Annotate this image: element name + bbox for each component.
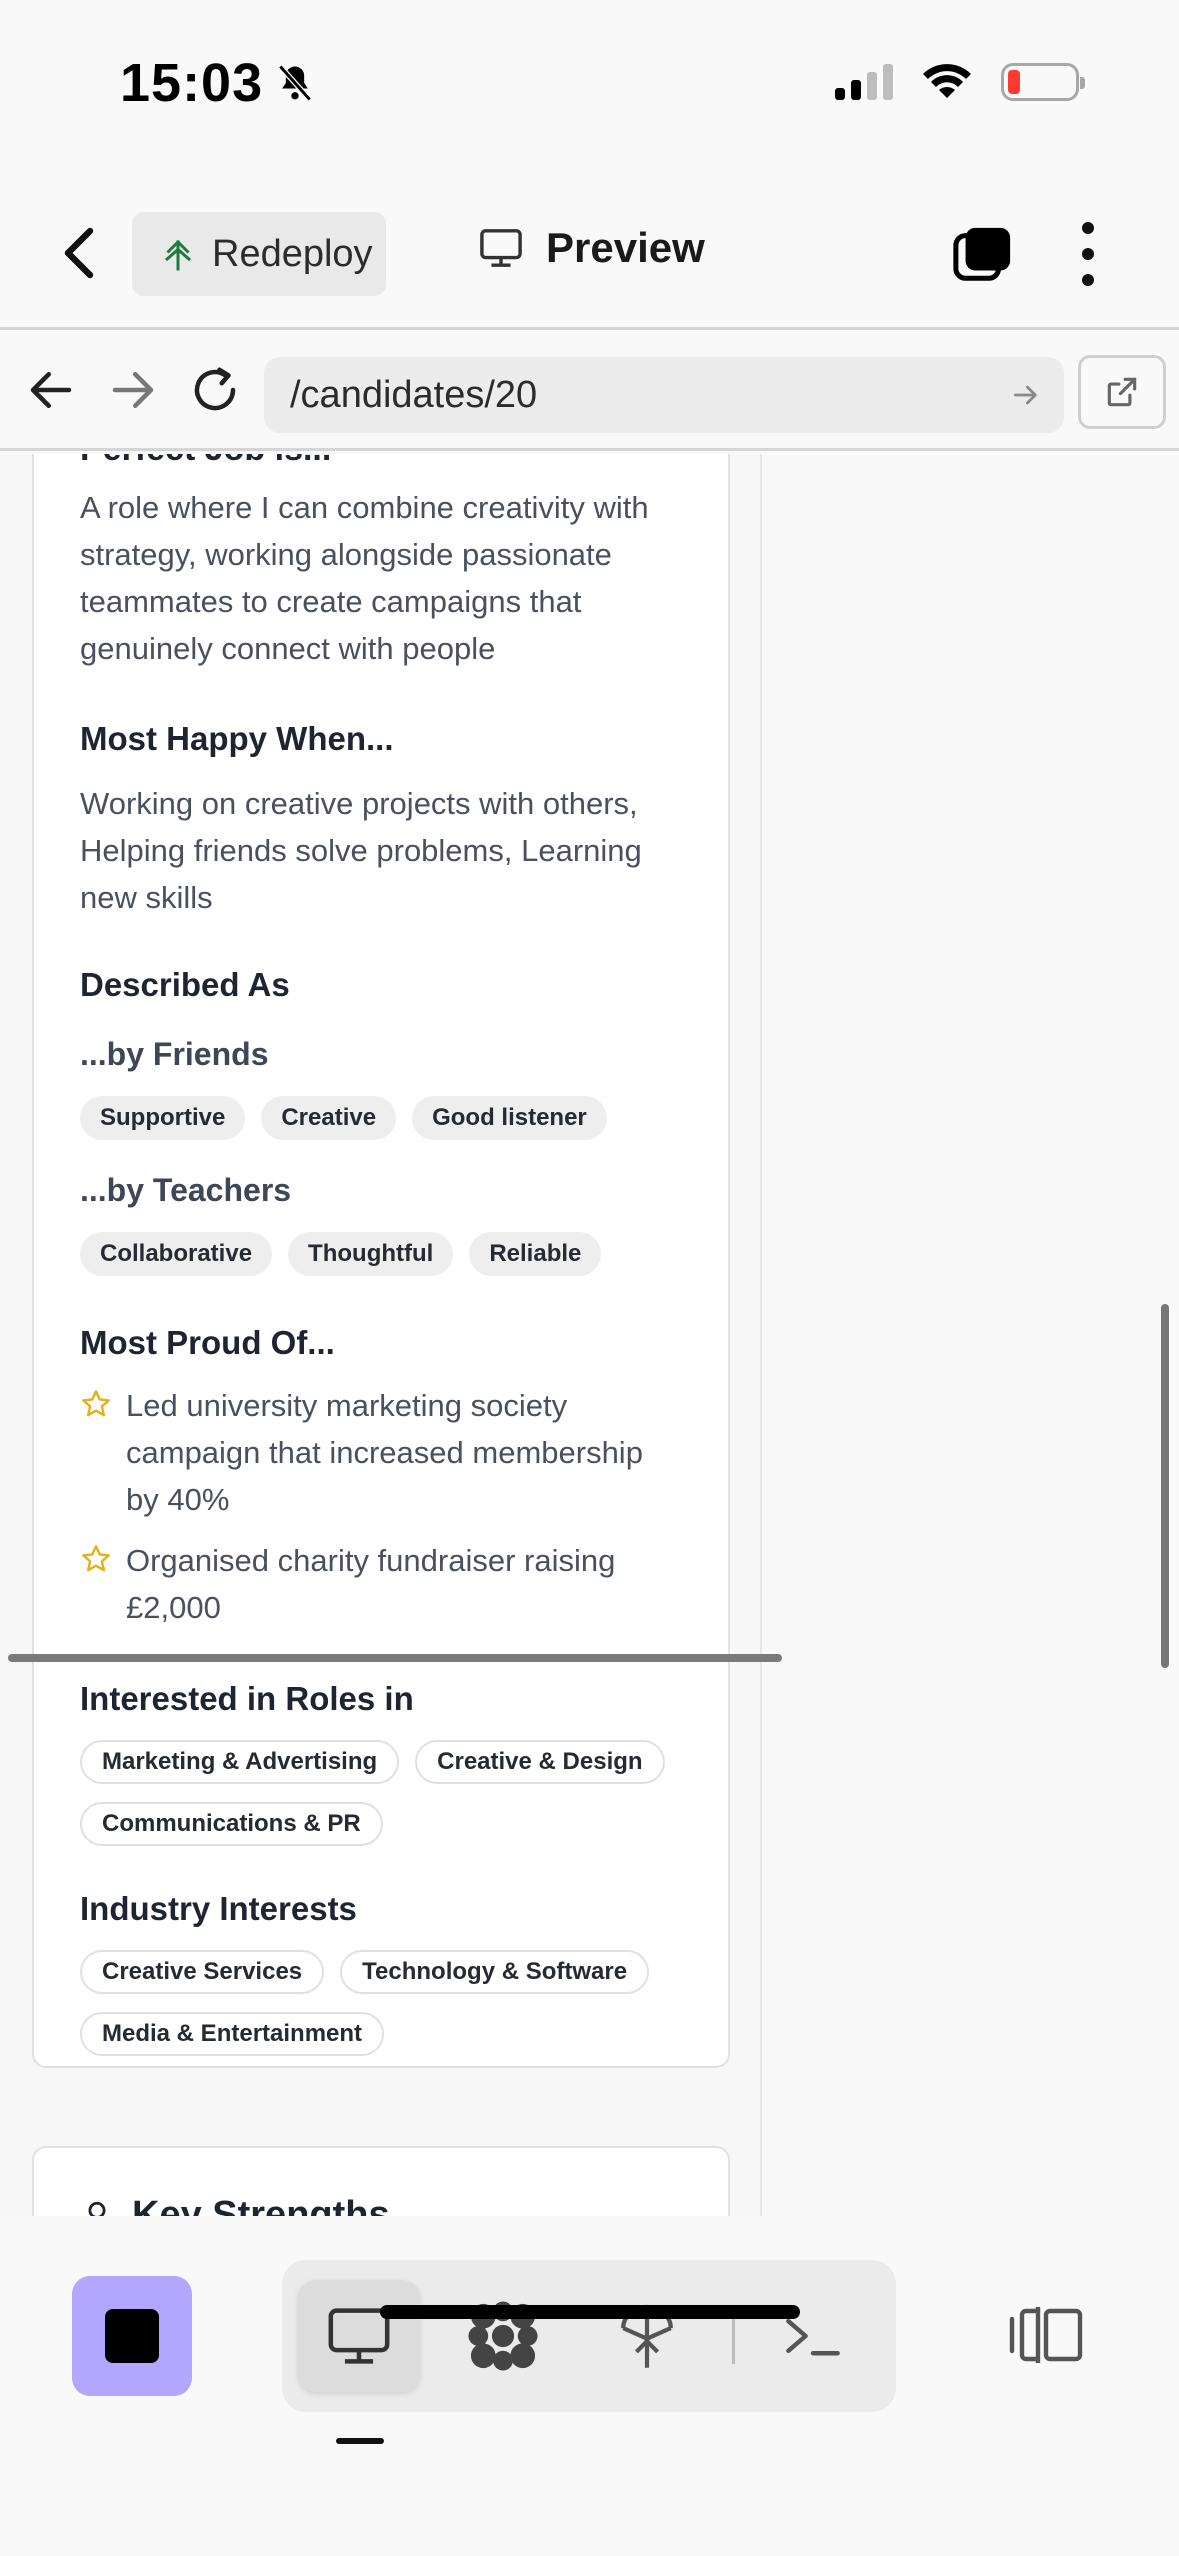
monitor-icon bbox=[480, 229, 522, 267]
url-text: /candidates/20 bbox=[290, 373, 538, 416]
tag: Technology & Software bbox=[340, 1950, 650, 1994]
teachers-label: ...by Teachers bbox=[80, 1172, 292, 1208]
preview-tab[interactable]: Preview bbox=[478, 224, 705, 272]
redeploy-tree-icon bbox=[165, 239, 191, 271]
tag: Collaborative bbox=[80, 1232, 273, 1276]
star-icon bbox=[82, 1390, 110, 1417]
open-external-button[interactable] bbox=[1078, 355, 1166, 429]
tag: Communications & PR bbox=[80, 1802, 383, 1846]
roles-heading: Interested in Roles in bbox=[80, 1680, 414, 1717]
list-item: Organised charity fundraiser raising £2,… bbox=[80, 1537, 680, 1631]
happy-text: Working on creative projects with others… bbox=[80, 786, 642, 915]
active-tab-indicator bbox=[336, 2438, 384, 2444]
strengths-label: Key Strengths bbox=[132, 2194, 390, 2216]
horizontal-scrollbar[interactable] bbox=[8, 1654, 782, 1662]
proud-heading: Most Proud Of... bbox=[80, 1324, 335, 1361]
forward-arrow-icon[interactable] bbox=[106, 363, 160, 417]
tag: Creative bbox=[261, 1096, 397, 1140]
preview-label: Preview bbox=[546, 224, 705, 271]
browser-bar: /candidates/20 bbox=[0, 333, 1179, 451]
status-time: 15:03 bbox=[120, 52, 317, 114]
strengths-heading: Key Strengths bbox=[80, 2194, 390, 2216]
industry-tags: Creative Services Technology & Software … bbox=[80, 1950, 680, 2056]
external-link-icon bbox=[1107, 377, 1137, 407]
friends-label: ...by Friends bbox=[80, 1036, 269, 1072]
home-indicator[interactable] bbox=[380, 2305, 800, 2319]
workspace-tool-button[interactable] bbox=[442, 2280, 564, 2392]
stop-icon bbox=[105, 2309, 159, 2363]
cellular-signal-icon bbox=[835, 64, 893, 100]
tool-group bbox=[282, 2260, 896, 2412]
split-view-icon[interactable] bbox=[1006, 2302, 1086, 2368]
reload-icon[interactable] bbox=[188, 363, 242, 417]
tabs-icon[interactable] bbox=[952, 224, 1014, 286]
page-viewport[interactable]: Perfect Job is... A role where I can com… bbox=[0, 454, 1179, 2216]
vertical-scrollbar[interactable] bbox=[1161, 1304, 1169, 1668]
status-indicators bbox=[835, 62, 1085, 102]
star-icon bbox=[82, 1545, 110, 1572]
app-toolbar: Redeploy Preview bbox=[0, 160, 1179, 330]
described-heading: Described As bbox=[80, 966, 290, 1003]
bell-slash-icon bbox=[278, 64, 312, 102]
deploy-tool-button[interactable] bbox=[586, 2280, 708, 2392]
proud-list: Led university marketing society campaig… bbox=[80, 1382, 680, 1645]
bottom-toolbar bbox=[0, 2216, 1179, 2556]
friends-tags: Supportive Creative Good listener bbox=[80, 1096, 680, 1140]
redeploy-label: Redeploy bbox=[212, 232, 373, 275]
terminal-tool-button[interactable] bbox=[752, 2280, 874, 2392]
clock: 15:03 bbox=[120, 53, 264, 113]
back-arrow-icon[interactable] bbox=[24, 363, 78, 417]
perfect-job-heading: Perfect Job is... bbox=[80, 454, 331, 469]
tag: Supportive bbox=[80, 1096, 246, 1140]
go-arrow-icon[interactable] bbox=[1010, 379, 1042, 411]
tag: Creative Services bbox=[80, 1950, 325, 1994]
redeploy-button[interactable]: Redeploy bbox=[132, 212, 386, 296]
preview-tool-button[interactable] bbox=[298, 2280, 420, 2392]
tag: Marketing & Advertising bbox=[80, 1740, 400, 1784]
perfect-job-text: A role where I can combine creativity wi… bbox=[80, 490, 649, 666]
status-bar: 15:03 bbox=[0, 0, 1179, 160]
proud-text: Organised charity fundraiser raising £2,… bbox=[126, 1543, 616, 1625]
tag: Good listener bbox=[412, 1096, 607, 1140]
tag: Reliable bbox=[469, 1232, 602, 1276]
list-item: Led university marketing society campaig… bbox=[80, 1382, 680, 1523]
tag: Thoughtful bbox=[288, 1232, 454, 1276]
roles-tags: Marketing & Advertising Creative & Desig… bbox=[80, 1740, 680, 1846]
proud-text: Led university marketing society campaig… bbox=[126, 1388, 643, 1517]
stop-button[interactable] bbox=[72, 2276, 192, 2396]
happy-heading: Most Happy When... bbox=[80, 720, 394, 757]
tag: Creative & Design bbox=[415, 1740, 665, 1784]
person-icon bbox=[88, 2201, 106, 2216]
wifi-icon bbox=[923, 64, 971, 98]
battery-low-icon bbox=[1001, 63, 1085, 101]
candidate-column: Perfect Job is... A role where I can com… bbox=[0, 454, 762, 2216]
teachers-tags: Collaborative Thoughtful Reliable bbox=[80, 1232, 680, 1276]
url-input[interactable]: /candidates/20 bbox=[264, 357, 1064, 433]
tag: Media & Entertainment bbox=[80, 2012, 385, 2056]
industry-heading: Industry Interests bbox=[80, 1890, 357, 1927]
more-vertical-icon[interactable] bbox=[1076, 222, 1100, 286]
back-chevron-icon[interactable] bbox=[60, 225, 100, 281]
